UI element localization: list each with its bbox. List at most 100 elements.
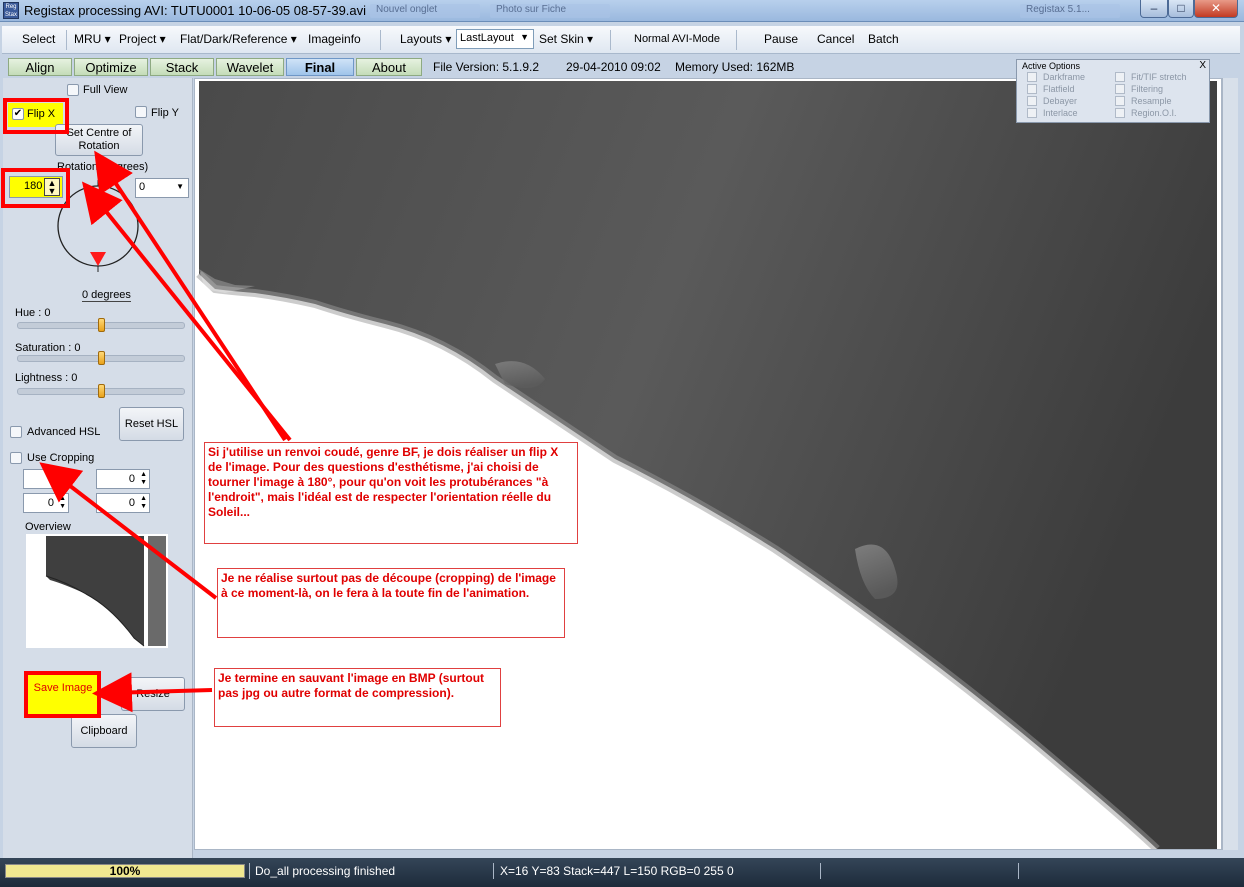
status-separator xyxy=(249,863,250,879)
menu-project[interactable]: Project ▾ xyxy=(119,32,166,46)
interlace-label: Interlace xyxy=(1043,108,1078,118)
spin-arrows-icon[interactable]: ▲ ▼ xyxy=(59,471,66,487)
menu-layouts[interactable]: Layouts ▾ xyxy=(400,32,451,46)
spin-arrows-icon[interactable]: ▲ ▼ xyxy=(140,495,147,511)
overview-label: Overview xyxy=(25,521,71,533)
annotation-save-bmp: Je termine en sauvant l'image en BMP (su… xyxy=(214,668,501,727)
memory-used: Memory Used: 162MB xyxy=(675,60,795,74)
progress-bar: 100% xyxy=(5,864,245,878)
menu-set-skin[interactable]: Set Skin ▾ xyxy=(539,32,593,46)
menu-flat-dark-reference[interactable]: Flat/Dark/Reference ▾ xyxy=(180,32,297,46)
layout-dropdown[interactable]: LastLayout ▼ xyxy=(456,29,534,49)
save-image-annotation-frame xyxy=(24,671,101,718)
title-bar: Reg Stax Registax processing AVI: TUTU00… xyxy=(0,0,1244,22)
chevron-down-icon: ▼ xyxy=(176,182,184,191)
close-window-button[interactable]: ✕ xyxy=(1194,0,1238,18)
tab-wavelet[interactable]: Wavelet xyxy=(216,58,284,76)
debayer-label: Debayer xyxy=(1043,96,1078,106)
saturation-label: Saturation : 0 xyxy=(15,342,81,354)
tab-stack[interactable]: Stack xyxy=(150,58,214,76)
file-version: File Version: 5.1.9.2 xyxy=(433,60,540,74)
filtering-checkbox[interactable] xyxy=(1115,84,1125,94)
crop-left-spinner[interactable]: 0 ▲ ▼ xyxy=(23,493,69,513)
background-tab: Registax 5.1... xyxy=(1020,4,1120,18)
rotation-label: Rotation (degrees) xyxy=(57,161,149,173)
fit-tif-stretch-checkbox[interactable] xyxy=(1115,72,1125,82)
minimize-button[interactable]: – xyxy=(1140,0,1168,18)
use-cropping-checkbox[interactable] xyxy=(10,452,22,464)
tab-align[interactable]: Align xyxy=(8,58,72,76)
background-tab: Nouvel onglet xyxy=(370,4,480,18)
menu-imageinfo[interactable]: Imageinfo xyxy=(308,32,361,46)
flatfield-checkbox[interactable] xyxy=(1027,84,1037,94)
registax-app-icon[interactable]: Reg Stax xyxy=(3,2,19,19)
chevron-down-icon: ▼ xyxy=(520,32,529,42)
spin-arrows-icon[interactable]: ▲ ▼ xyxy=(59,495,66,511)
annotation-flip-rotation: Si j'utilise un renvoi coudé, genre BF, … xyxy=(204,442,578,544)
resample-checkbox[interactable] xyxy=(1115,96,1125,106)
resize-button[interactable]: Resize xyxy=(121,677,185,711)
degrees-label: 0 degrees xyxy=(82,289,131,302)
tab-optimize[interactable]: Optimize xyxy=(74,58,148,76)
status-separator xyxy=(820,863,821,879)
darkframe-label: Darkframe xyxy=(1043,72,1086,82)
crop-top-spinner[interactable]: 0 ▲ ▼ xyxy=(23,469,69,489)
status-message: Do_all processing finished xyxy=(255,864,396,878)
region-oi-label: Region.O.I. xyxy=(1131,108,1177,118)
lightness-slider-thumb[interactable] xyxy=(98,384,105,398)
pause-button[interactable]: Pause xyxy=(764,32,798,46)
flip-y-checkbox[interactable] xyxy=(135,106,147,118)
normal-avi-mode-button[interactable]: Normal AVI-Mode xyxy=(634,33,720,45)
lightness-label: Lightness : 0 xyxy=(15,372,78,384)
window-title: Registax processing AVI: TUTU0001 10-06-… xyxy=(24,3,367,18)
region-oi-checkbox[interactable] xyxy=(1115,108,1125,118)
active-options-panel: Active Options X Darkframe Flatfield Deb… xyxy=(1016,59,1210,123)
overview-thumbnail[interactable] xyxy=(26,534,168,648)
full-view-checkbox[interactable] xyxy=(67,84,79,96)
layout-dropdown-value: LastLayout xyxy=(460,32,514,44)
rotation-pointer-icon xyxy=(90,252,106,266)
full-view-label: Full View xyxy=(83,84,128,96)
crop-bottom-value: 0 xyxy=(128,473,135,485)
crop-right-value: 0 xyxy=(128,497,135,509)
clipboard-button[interactable]: Clipboard xyxy=(71,714,137,748)
status-bar: 100% Do_all processing finished X=16 Y=8… xyxy=(0,858,1244,887)
hue-slider-thumb[interactable] xyxy=(98,318,105,332)
advanced-hsl-label: Advanced HSL xyxy=(27,426,101,438)
rotation-annotation-frame xyxy=(1,168,70,208)
batch-button[interactable]: Batch xyxy=(868,32,899,46)
menu-bar: Select MRU ▾ Project ▾ Flat/Dark/Referen… xyxy=(2,26,1240,54)
maximize-button[interactable]: □ xyxy=(1168,0,1194,18)
crop-right-spinner[interactable]: 0 ▲ ▼ xyxy=(96,493,150,513)
darkframe-checkbox[interactable] xyxy=(1027,72,1037,82)
resample-label: Resample xyxy=(1131,96,1172,106)
crop-bottom-spinner[interactable]: 0 ▲ ▼ xyxy=(96,469,150,489)
filtering-label: Filtering xyxy=(1131,84,1164,94)
crop-top-value: 0 xyxy=(47,473,54,485)
menu-select[interactable]: Select xyxy=(22,32,55,46)
fit-tif-stretch-label: Fit/TIF stretch xyxy=(1131,72,1187,82)
crop-left-value: 0 xyxy=(47,497,54,509)
menu-separator xyxy=(736,30,737,50)
advanced-hsl-checkbox[interactable] xyxy=(10,426,22,438)
menu-separator xyxy=(380,30,381,50)
debayer-checkbox[interactable] xyxy=(1027,96,1037,106)
tab-about[interactable]: About xyxy=(356,58,422,76)
use-cropping-label: Use Cropping xyxy=(27,452,95,464)
cancel-button[interactable]: Cancel xyxy=(817,32,854,46)
image-scrollbar[interactable] xyxy=(1222,78,1238,850)
file-date: 29-04-2010 09:02 xyxy=(566,60,661,74)
saturation-slider-thumb[interactable] xyxy=(98,351,105,365)
menu-mru[interactable]: MRU ▾ xyxy=(74,32,111,46)
spin-arrows-icon[interactable]: ▲ ▼ xyxy=(140,471,147,487)
close-icon[interactable]: X xyxy=(1199,60,1206,71)
active-options-title: Active Options xyxy=(1022,61,1081,71)
flip-x-annotation-frame xyxy=(3,98,69,134)
overview-side-strip xyxy=(148,536,166,646)
tab-final[interactable]: Final xyxy=(286,58,354,76)
interlace-checkbox[interactable] xyxy=(1027,108,1037,118)
background-tab: Photo sur Fiche xyxy=(490,4,610,18)
rotation-preset-dropdown[interactable]: 0 ▼ xyxy=(135,178,189,198)
flatfield-label: Flatfield xyxy=(1043,84,1075,94)
reset-hsl-button[interactable]: Reset HSL xyxy=(119,407,184,441)
